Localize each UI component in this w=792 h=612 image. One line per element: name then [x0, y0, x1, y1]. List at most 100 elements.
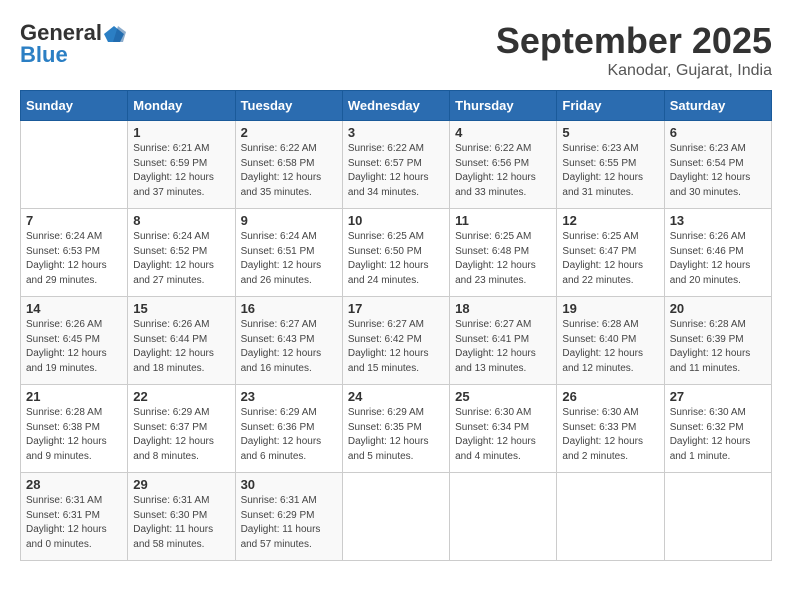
cell-details: Sunrise: 6:26 AM Sunset: 6:44 PM Dayligh… — [133, 318, 229, 376]
day-number: 15 — [133, 301, 229, 316]
calendar-cell: 5 Sunrise: 6:23 AM Sunset: 6:55 PM Daylig… — [557, 121, 664, 209]
weekday-header-monday: Monday — [128, 91, 235, 121]
calendar-week-2: 7 Sunrise: 6:24 AM Sunset: 6:53 PM Daylig… — [21, 209, 772, 297]
calendar-cell — [342, 473, 449, 561]
day-number: 16 — [241, 301, 337, 316]
cell-details: Sunrise: 6:30 AM Sunset: 6:33 PM Dayligh… — [562, 406, 658, 464]
cell-details: Sunrise: 6:26 AM Sunset: 6:46 PM Dayligh… — [670, 230, 766, 288]
day-number: 6 — [670, 125, 766, 140]
day-number: 11 — [455, 213, 551, 228]
calendar-cell: 24 Sunrise: 6:29 AM Sunset: 6:35 PM Dayli… — [342, 385, 449, 473]
day-number: 18 — [455, 301, 551, 316]
weekday-header-friday: Friday — [557, 91, 664, 121]
cell-details: Sunrise: 6:25 AM Sunset: 6:48 PM Dayligh… — [455, 230, 551, 288]
calendar-cell: 15 Sunrise: 6:26 AM Sunset: 6:44 PM Dayli… — [128, 297, 235, 385]
day-number: 26 — [562, 389, 658, 404]
day-number: 19 — [562, 301, 658, 316]
cell-details: Sunrise: 6:28 AM Sunset: 6:38 PM Dayligh… — [26, 406, 122, 464]
calendar-cell: 2Sunrise: 6:22 AM Sunset: 6:58 PM Daylig… — [235, 121, 342, 209]
day-number: 13 — [670, 213, 766, 228]
cell-details: Sunrise: 6:27 AM Sunset: 6:41 PM Dayligh… — [455, 318, 551, 376]
calendar-header-row: SundayMondayTuesdayWednesdayThursdayFrid… — [21, 91, 772, 121]
cell-details: Sunrise: 6:29 AM Sunset: 6:37 PM Dayligh… — [133, 406, 229, 464]
cell-details: Sunrise: 6:26 AM Sunset: 6:45 PM Dayligh… — [26, 318, 122, 376]
calendar-cell: 14 Sunrise: 6:26 AM Sunset: 6:45 PM Dayli… — [21, 297, 128, 385]
day-number: 9 — [241, 213, 337, 228]
calendar-cell: 28 Sunrise: 6:31 AM Sunset: 6:31 PM Dayli… — [21, 473, 128, 561]
calendar-cell: 8 Sunrise: 6:24 AM Sunset: 6:52 PM Daylig… — [128, 209, 235, 297]
calendar-cell: 10Sunrise: 6:25 AM Sunset: 6:50 PM Dayli… — [342, 209, 449, 297]
cell-details: Sunrise: 6:29 AM Sunset: 6:35 PM Dayligh… — [348, 406, 444, 464]
day-number: 20 — [670, 301, 766, 316]
day-number: 27 — [670, 389, 766, 404]
day-number: 3 — [348, 125, 444, 140]
cell-details: Sunrise: 6:22 AM Sunset: 6:56 PM Dayligh… — [455, 142, 551, 200]
calendar-cell: 22 Sunrise: 6:29 AM Sunset: 6:37 PM Dayli… — [128, 385, 235, 473]
cell-details: Sunrise: 6:31 AM Sunset: 6:31 PM Dayligh… — [26, 494, 122, 552]
logo-blue: Blue — [20, 42, 68, 68]
page-header: General Blue September 2025 Kanodar, Guj… — [20, 20, 772, 80]
day-number: 22 — [133, 389, 229, 404]
calendar-cell: 16 Sunrise: 6:27 AM Sunset: 6:43 PM Dayli… — [235, 297, 342, 385]
calendar-week-1: 1Sunrise: 6:21 AM Sunset: 6:59 PM Daylig… — [21, 121, 772, 209]
cell-details: Sunrise: 6:24 AM Sunset: 6:51 PM Dayligh… — [241, 230, 337, 288]
calendar-cell: 13 Sunrise: 6:26 AM Sunset: 6:46 PM Dayli… — [664, 209, 771, 297]
calendar-cell: 27 Sunrise: 6:30 AM Sunset: 6:32 PM Dayli… — [664, 385, 771, 473]
cell-details: Sunrise: 6:23 AM Sunset: 6:55 PM Dayligh… — [562, 142, 658, 200]
location: Kanodar, Gujarat, India — [496, 62, 772, 80]
day-number: 1 — [133, 125, 229, 140]
day-number: 30 — [241, 477, 337, 492]
cell-details: Sunrise: 6:31 AM Sunset: 6:30 PM Dayligh… — [133, 494, 229, 552]
day-number: 8 — [133, 213, 229, 228]
calendar-cell: 4 Sunrise: 6:22 AM Sunset: 6:56 PM Daylig… — [450, 121, 557, 209]
cell-details: Sunrise: 6:27 AM Sunset: 6:43 PM Dayligh… — [241, 318, 337, 376]
day-number: 7 — [26, 213, 122, 228]
calendar-cell: 30Sunrise: 6:31 AM Sunset: 6:29 PM Dayli… — [235, 473, 342, 561]
day-number: 14 — [26, 301, 122, 316]
day-number: 24 — [348, 389, 444, 404]
cell-details: Sunrise: 6:29 AM Sunset: 6:36 PM Dayligh… — [241, 406, 337, 464]
calendar-cell — [664, 473, 771, 561]
calendar-cell: 25 Sunrise: 6:30 AM Sunset: 6:34 PM Dayli… — [450, 385, 557, 473]
title-block: September 2025 Kanodar, Gujarat, India — [496, 20, 772, 80]
cell-details: Sunrise: 6:30 AM Sunset: 6:32 PM Dayligh… — [670, 406, 766, 464]
cell-details: Sunrise: 6:24 AM Sunset: 6:53 PM Dayligh… — [26, 230, 122, 288]
cell-details: Sunrise: 6:28 AM Sunset: 6:39 PM Dayligh… — [670, 318, 766, 376]
day-number: 5 — [562, 125, 658, 140]
day-number: 4 — [455, 125, 551, 140]
cell-details: Sunrise: 6:22 AM Sunset: 6:57 PM Dayligh… — [348, 142, 444, 200]
weekday-header-tuesday: Tuesday — [235, 91, 342, 121]
calendar-cell: 12 Sunrise: 6:25 AM Sunset: 6:47 PM Dayli… — [557, 209, 664, 297]
cell-details: Sunrise: 6:30 AM Sunset: 6:34 PM Dayligh… — [455, 406, 551, 464]
calendar-table: SundayMondayTuesdayWednesdayThursdayFrid… — [20, 90, 772, 561]
calendar-cell: 3 Sunrise: 6:22 AM Sunset: 6:57 PM Daylig… — [342, 121, 449, 209]
cell-details: Sunrise: 6:22 AM Sunset: 6:58 PM Dayligh… — [241, 142, 337, 200]
calendar-cell: 23Sunrise: 6:29 AM Sunset: 6:36 PM Dayli… — [235, 385, 342, 473]
day-number: 25 — [455, 389, 551, 404]
cell-details: Sunrise: 6:25 AM Sunset: 6:50 PM Dayligh… — [348, 230, 444, 288]
day-number: 29 — [133, 477, 229, 492]
weekday-header-saturday: Saturday — [664, 91, 771, 121]
calendar-cell: 29 Sunrise: 6:31 AM Sunset: 6:30 PM Dayli… — [128, 473, 235, 561]
calendar-cell — [450, 473, 557, 561]
day-number: 28 — [26, 477, 122, 492]
day-number: 12 — [562, 213, 658, 228]
calendar-cell: 1Sunrise: 6:21 AM Sunset: 6:59 PM Daylig… — [128, 121, 235, 209]
calendar-week-3: 14 Sunrise: 6:26 AM Sunset: 6:45 PM Dayli… — [21, 297, 772, 385]
month-title: September 2025 — [496, 20, 772, 62]
logo: General Blue — [20, 20, 126, 68]
calendar-cell: 17Sunrise: 6:27 AM Sunset: 6:42 PM Dayli… — [342, 297, 449, 385]
calendar-cell: 9 Sunrise: 6:24 AM Sunset: 6:51 PM Daylig… — [235, 209, 342, 297]
calendar-cell: 6Sunrise: 6:23 AM Sunset: 6:54 PM Daylig… — [664, 121, 771, 209]
calendar-cell: 11 Sunrise: 6:25 AM Sunset: 6:48 PM Dayli… — [450, 209, 557, 297]
cell-details: Sunrise: 6:25 AM Sunset: 6:47 PM Dayligh… — [562, 230, 658, 288]
calendar-cell — [21, 121, 128, 209]
cell-details: Sunrise: 6:24 AM Sunset: 6:52 PM Dayligh… — [133, 230, 229, 288]
cell-details: Sunrise: 6:27 AM Sunset: 6:42 PM Dayligh… — [348, 318, 444, 376]
calendar-cell: 20 Sunrise: 6:28 AM Sunset: 6:39 PM Dayli… — [664, 297, 771, 385]
cell-details: Sunrise: 6:28 AM Sunset: 6:40 PM Dayligh… — [562, 318, 658, 376]
calendar-cell — [557, 473, 664, 561]
weekday-header-thursday: Thursday — [450, 91, 557, 121]
calendar-week-4: 21Sunrise: 6:28 AM Sunset: 6:38 PM Dayli… — [21, 385, 772, 473]
calendar-cell: 19 Sunrise: 6:28 AM Sunset: 6:40 PM Dayli… — [557, 297, 664, 385]
